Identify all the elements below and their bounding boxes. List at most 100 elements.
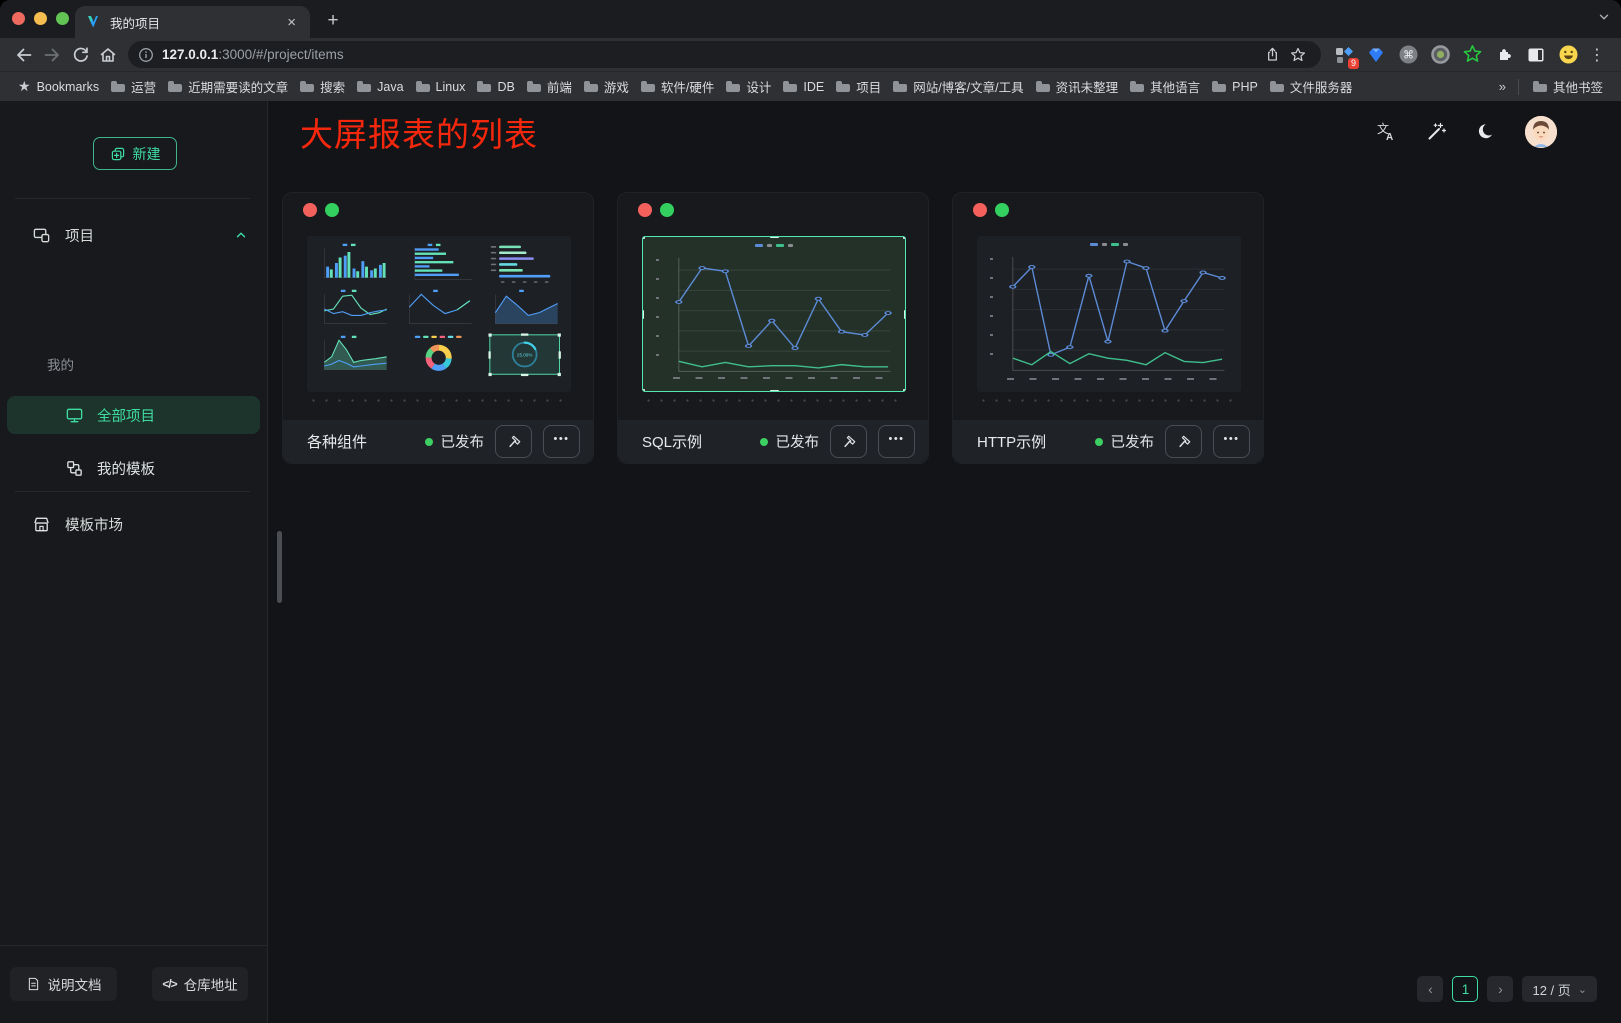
home-button[interactable]	[94, 41, 122, 69]
bookmark-folder[interactable]: 项目	[830, 74, 887, 99]
extension-green-star-icon[interactable]	[1461, 44, 1483, 66]
sidebar-item-template-market[interactable]: 模板市场	[0, 505, 268, 543]
reload-button[interactable]	[66, 41, 94, 69]
project-card[interactable]: 25.00% 各种组件 已发布	[282, 192, 594, 464]
site-info-icon[interactable]	[138, 47, 154, 63]
bookmark-folder[interactable]: Java	[351, 77, 409, 97]
address-bar[interactable]: 127.0.0.1 :3000/#/project/items	[128, 41, 1321, 68]
chart-legend	[643, 244, 905, 247]
edit-project-button[interactable]	[1165, 425, 1202, 458]
hammer-icon	[840, 433, 858, 451]
bookmark-folder[interactable]: 搜索	[294, 74, 351, 99]
other-bookmarks[interactable]: 其他书签	[1527, 74, 1609, 99]
new-project-button[interactable]: 新建	[93, 137, 177, 170]
bookmarks-manager[interactable]: ★Bookmarks	[12, 75, 105, 98]
ellipsis-icon: •••	[888, 434, 904, 445]
card-footer: 各种组件 已发布	[283, 420, 593, 463]
back-button[interactable]	[10, 41, 38, 69]
bookmark-folder[interactable]: 资讯未整理	[1030, 74, 1125, 99]
bookmarks-bar: ★Bookmarks 运营 近期需要读的文章 搜索 Java Linux DB …	[0, 71, 1621, 101]
folder-icon	[1533, 81, 1547, 92]
bookmark-folder[interactable]: 文件服务器	[1264, 74, 1359, 99]
browser-menu-icon[interactable]: ⋮	[1583, 41, 1611, 69]
green-dot	[995, 203, 1009, 217]
bookmark-folder[interactable]: 软件/硬件	[635, 74, 720, 99]
docs-button[interactable]: 说明文档	[10, 967, 117, 1001]
emoji-extension-icon[interactable]	[1557, 44, 1579, 66]
bookmark-folder[interactable]: DB	[471, 77, 520, 97]
extension-circle-dot-icon[interactable]	[1429, 44, 1451, 66]
extension-command-icon[interactable]: ⌘	[1397, 44, 1419, 66]
bookmark-folder[interactable]: Linux	[410, 77, 472, 97]
folder-icon	[1270, 81, 1284, 92]
bookmark-folder[interactable]: 前端	[521, 74, 578, 99]
scrollbar-thumb[interactable]	[277, 531, 282, 603]
folder-icon	[783, 81, 797, 92]
magic-wand-icon[interactable]	[1425, 121, 1447, 143]
bookmark-folder[interactable]: 游戏	[578, 74, 635, 99]
bookmark-folder[interactable]: PHP	[1206, 77, 1264, 97]
bookmark-folder[interactable]: 其他语言	[1124, 74, 1206, 99]
next-page-button[interactable]: ›	[1487, 976, 1513, 1002]
minimize-window-button[interactable]	[34, 12, 47, 25]
browser-tab[interactable]: 我的项目 ×	[75, 6, 310, 38]
bookmark-folder[interactable]: IDE	[777, 77, 830, 97]
selection-handle	[642, 236, 645, 239]
edit-project-button[interactable]	[830, 425, 867, 458]
bookmark-star-icon[interactable]	[1285, 41, 1311, 69]
dark-mode-moon-icon[interactable]	[1475, 121, 1497, 143]
selection-handle	[903, 389, 906, 392]
red-dot	[973, 203, 987, 217]
prev-page-button[interactable]: ‹	[1417, 976, 1443, 1002]
project-thumbnail[interactable]: 25.00%	[307, 236, 571, 392]
x-axis-ticks	[1007, 378, 1229, 380]
chevron-up-icon[interactable]	[234, 228, 248, 242]
more-actions-button[interactable]: •••	[1213, 425, 1250, 458]
sidebar-group-project[interactable]: 项目	[0, 216, 268, 254]
bookmark-folder[interactable]: 运营	[105, 74, 162, 99]
project-card[interactable]: SQL示例 已发布	[617, 192, 929, 464]
bookmark-folder[interactable]: 设计	[720, 74, 777, 99]
extension-blocks-icon[interactable]: 9	[1333, 44, 1355, 66]
repo-button[interactable]: </> 仓库地址	[152, 967, 248, 1001]
more-actions-button[interactable]: •••	[878, 425, 915, 458]
folder-icon	[416, 81, 430, 92]
bookmarks-overflow-chevron[interactable]: »	[1495, 79, 1510, 94]
current-page-button[interactable]: 1	[1452, 976, 1478, 1002]
selection-handle	[642, 310, 644, 319]
more-actions-button[interactable]: •••	[543, 425, 580, 458]
extension-gem-icon[interactable]	[1365, 44, 1387, 66]
project-card[interactable]: HTTP示例 已发布	[952, 192, 1264, 464]
card-decoration-dots	[973, 203, 1009, 217]
sidebar-item-all-projects[interactable]: 全部项目	[7, 396, 260, 434]
green-dot	[660, 203, 674, 217]
close-window-button[interactable]	[12, 12, 25, 25]
tab-close-icon[interactable]: ×	[283, 13, 300, 32]
mini-gauge-selected: 25.00%	[483, 333, 566, 377]
pagination: ‹ 1 › 12 / 页 ⌄	[1417, 976, 1597, 1002]
bookmark-folder[interactable]: 网站/博客/文章/工具	[887, 74, 1029, 99]
y-axis-ticks	[990, 258, 993, 366]
bookmark-folder[interactable]: 近期需要读的文章	[162, 74, 294, 99]
user-avatar[interactable]	[1525, 116, 1557, 148]
sidebar-item-my-templates[interactable]: 我的模板	[7, 449, 260, 487]
sidebar-toggle-icon[interactable]	[1525, 44, 1547, 66]
selection-handle	[642, 389, 645, 392]
share-icon[interactable]	[1259, 41, 1285, 69]
status-badge: 已发布	[760, 431, 820, 452]
forward-button[interactable]	[38, 41, 66, 69]
ellipsis-icon: •••	[1223, 434, 1239, 445]
status-dot	[760, 438, 768, 446]
dotted-separator	[977, 399, 1239, 402]
page-size-select[interactable]: 12 / 页 ⌄	[1522, 976, 1597, 1002]
new-tab-button[interactable]: +	[320, 8, 346, 34]
project-thumbnail[interactable]	[977, 236, 1241, 392]
maximize-window-button[interactable]	[56, 12, 69, 25]
page-title: 大屏报表的列表	[300, 108, 538, 156]
language-icon[interactable]: 文 A	[1375, 121, 1397, 143]
tab-search-chevron-icon[interactable]	[1597, 10, 1611, 29]
extensions-puzzle-icon[interactable]	[1493, 44, 1515, 66]
project-thumbnail[interactable]	[642, 236, 906, 392]
card-decoration-dots	[303, 203, 339, 217]
edit-project-button[interactable]	[495, 425, 532, 458]
